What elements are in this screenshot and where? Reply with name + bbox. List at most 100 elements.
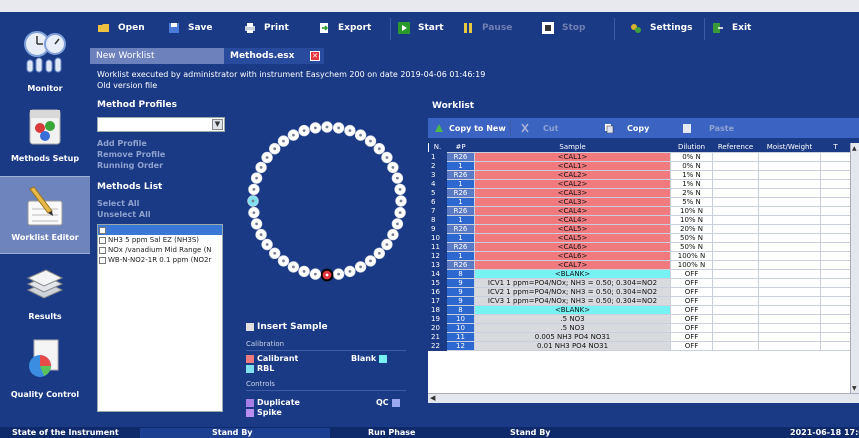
cell-n[interactable]: 14 xyxy=(428,268,447,279)
cell-empty[interactable] xyxy=(712,313,759,324)
cell-dil[interactable]: OFF xyxy=(670,286,713,297)
cell-empty[interactable] xyxy=(758,151,821,162)
cell-n[interactable]: 19 xyxy=(428,313,447,324)
cell-empty[interactable] xyxy=(820,151,850,162)
table-row[interactable]: 13 R26 <CAL7> 100% N xyxy=(428,259,850,270)
cell-n[interactable]: 18 xyxy=(428,304,447,315)
cell-dil[interactable]: 1% N xyxy=(670,178,713,189)
tab-methods-esx[interactable]: Methods.esx xyxy=(224,48,324,64)
open-button[interactable]: Open xyxy=(98,20,145,36)
cell-sample[interactable]: ICV1 1 ppm=PO4/NOx; NH3 = 0.50; 0.304=NO… xyxy=(474,277,671,288)
cell-p[interactable]: 9 xyxy=(446,295,475,306)
checkbox[interactable] xyxy=(99,226,106,234)
cell-p[interactable]: R26 xyxy=(446,241,475,252)
cell-p[interactable]: 9 xyxy=(446,286,475,297)
cell-n[interactable]: 16 xyxy=(428,286,447,297)
cell-empty[interactable] xyxy=(820,160,850,171)
scroll-left-icon[interactable]: ◀ xyxy=(430,394,435,402)
pause-button[interactable]: Pause xyxy=(462,20,512,36)
cell-p[interactable]: 11 xyxy=(446,331,475,342)
cell-p[interactable]: 1 xyxy=(446,160,475,171)
cell-empty[interactable] xyxy=(712,286,759,297)
vertical-scrollbar[interactable]: ▲ ▼ xyxy=(850,143,859,393)
cell-n[interactable]: 10 xyxy=(428,232,447,243)
cell-p[interactable]: 1 xyxy=(446,250,475,261)
exit-button[interactable]: Exit xyxy=(712,20,751,36)
cell-empty[interactable] xyxy=(758,187,821,198)
cell-dil[interactable]: OFF xyxy=(670,304,713,315)
chevron-down-icon[interactable]: ▼ xyxy=(212,119,223,130)
cell-empty[interactable] xyxy=(712,277,759,288)
sidebar-item-monitor[interactable]: Monitor xyxy=(0,24,90,102)
cut-button[interactable]: Cut xyxy=(520,123,558,133)
table-row[interactable]: 19 10.5 NO3 OFF xyxy=(428,313,850,324)
cell-dil[interactable]: 5% N xyxy=(670,196,713,207)
cell-dil[interactable]: 10% N xyxy=(670,214,713,225)
cell-p[interactable]: 10 xyxy=(446,313,475,324)
table-row[interactable]: 1 R26 <CAL1> 0% N xyxy=(428,151,850,162)
cell-empty[interactable] xyxy=(758,286,821,297)
cell-n[interactable]: 12 xyxy=(428,250,447,261)
table-row[interactable]: 7 R26 <CAL4> 10% N xyxy=(428,205,850,216)
profile-dropdown[interactable]: ▼ xyxy=(97,117,225,132)
worklist-grid[interactable]: N. #P Sample Dilution Reference Moist/Weight T… xyxy=(428,143,850,393)
cell-n[interactable]: 1 xyxy=(428,151,447,162)
cell-empty[interactable] xyxy=(758,259,821,270)
list-item[interactable]: WB-N-NO2-1R 0.1 ppm (NO2r xyxy=(98,255,222,265)
cell-empty[interactable] xyxy=(820,295,850,306)
list-item[interactable]: NH3 5 ppm Sal EZ (NH3S) xyxy=(98,235,222,245)
table-row[interactable]: 9 R26 <CAL5> 20% N xyxy=(428,223,850,234)
save-button[interactable]: Save xyxy=(168,20,213,36)
cell-empty[interactable] xyxy=(712,295,759,306)
table-row[interactable]: 10 1 <CAL5> 50% N xyxy=(428,232,850,243)
cell-p[interactable]: 1 xyxy=(446,196,475,207)
table-row[interactable]: 21 11 0.005 NH3 PO4 NO31 OFF xyxy=(428,331,850,342)
cell-empty[interactable] xyxy=(758,313,821,324)
scroll-down-icon[interactable]: ▼ xyxy=(852,385,857,392)
sidebar-item-quality-control[interactable]: Quality Control xyxy=(0,330,90,408)
cell-empty[interactable] xyxy=(820,232,850,243)
cell-empty[interactable] xyxy=(820,286,850,297)
cell-empty[interactable] xyxy=(758,223,821,234)
table-row[interactable]: 4 1 <CAL2> 1% N xyxy=(428,178,850,189)
cell-sample[interactable]: <CAL6> xyxy=(474,250,671,261)
print-button[interactable]: Print xyxy=(244,20,289,36)
cell-empty[interactable] xyxy=(758,250,821,261)
cell-n[interactable]: 6 xyxy=(428,196,447,207)
sidebar-item-worklist-editor[interactable]: Worklist Editor xyxy=(0,176,90,254)
table-row[interactable]: 18 8 <BLANK> OFF xyxy=(428,304,850,315)
cell-empty[interactable] xyxy=(758,241,821,252)
cell-dil[interactable]: OFF xyxy=(670,313,713,324)
cell-n[interactable]: 20 xyxy=(428,322,447,333)
cell-dil[interactable]: OFF xyxy=(670,331,713,342)
cell-n[interactable]: 9 xyxy=(428,223,447,234)
table-row[interactable]: 11 R26 <CAL6> 50% N xyxy=(428,241,850,252)
cell-sample[interactable]: <CAL7> xyxy=(474,259,671,270)
cell-sample[interactable]: <CAL5> xyxy=(474,232,671,243)
cell-empty[interactable] xyxy=(758,178,821,189)
cell-empty[interactable] xyxy=(820,268,850,279)
cell-dil[interactable]: OFF xyxy=(670,340,713,351)
table-row[interactable]: 15 9 ICV1 1 ppm=PO4/NOx; NH3 = 0.50; 0.304… xyxy=(428,277,850,288)
cell-sample[interactable]: ICV3 1 ppm=PO4/NOx; NH3 = 0.50; 0.304=NO… xyxy=(474,295,671,306)
cell-n[interactable]: 11 xyxy=(428,241,447,252)
cell-n[interactable]: 7 xyxy=(428,205,447,216)
cell-sample[interactable]: <CAL4> xyxy=(474,214,671,225)
cell-dil[interactable]: 10% N xyxy=(670,205,713,216)
table-row[interactable]: 2 1 <CAL1> 0% N xyxy=(428,160,850,171)
cell-empty[interactable] xyxy=(758,169,821,180)
cell-empty[interactable] xyxy=(712,151,759,162)
cell-dil[interactable]: OFF xyxy=(670,295,713,306)
cell-empty[interactable] xyxy=(820,250,850,261)
cell-empty[interactable] xyxy=(758,304,821,315)
cell-sample[interactable]: <CAL5> xyxy=(474,223,671,234)
table-row[interactable]: 8 1 <CAL4> 10% N xyxy=(428,214,850,225)
cell-empty[interactable] xyxy=(758,214,821,225)
cell-empty[interactable] xyxy=(712,178,759,189)
cell-empty[interactable] xyxy=(712,322,759,333)
select-all-link[interactable]: Select All xyxy=(97,199,139,208)
cell-sample[interactable]: <BLANK> xyxy=(474,268,671,279)
cell-p[interactable]: R26 xyxy=(446,223,475,234)
table-row[interactable]: 3 R26 <CAL2> 1% N xyxy=(428,169,850,180)
cell-empty[interactable] xyxy=(820,313,850,324)
